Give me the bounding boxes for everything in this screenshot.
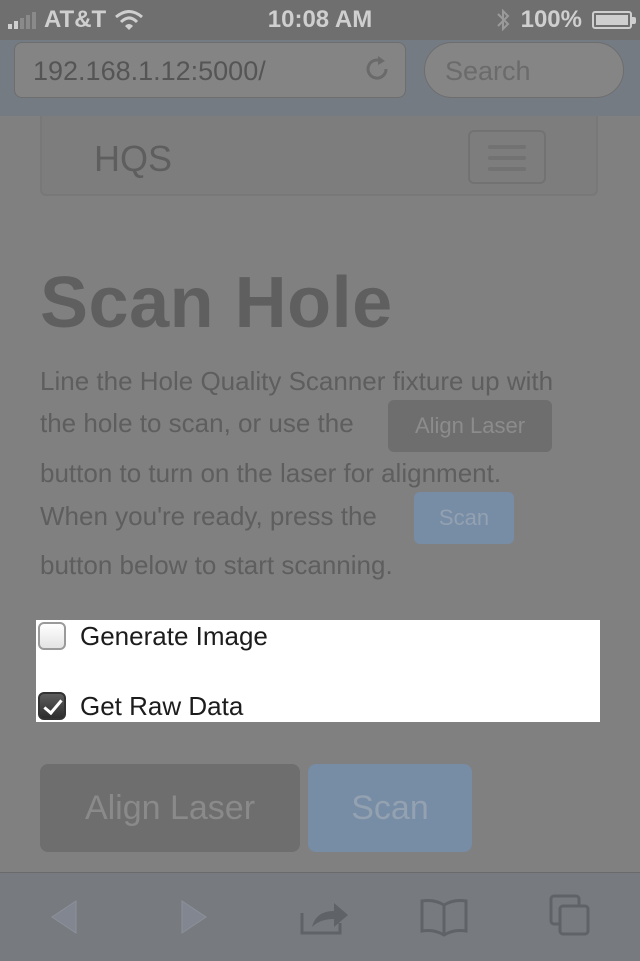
- generate-image-option[interactable]: Generate Image: [38, 620, 268, 652]
- generate-image-label[interactable]: Generate Image: [80, 621, 268, 652]
- menu-toggle-button[interactable]: [468, 130, 546, 184]
- url-text: 192.168.1.12:5000/: [33, 56, 266, 86]
- generate-image-checkbox[interactable]: [38, 622, 66, 650]
- scan-options: Generate Image Get Raw Data: [36, 620, 600, 722]
- hamburger-icon: [488, 145, 526, 149]
- instructions-line-2: the hole to scan, or use the: [40, 408, 354, 438]
- get-raw-data-option[interactable]: Get Raw Data: [38, 690, 243, 722]
- instructions-line-1: Line the Hole Quality Scanner fixture up…: [40, 366, 554, 396]
- instructions-line-4: When you're ready, press the: [40, 501, 377, 531]
- inline-scan-button[interactable]: Scan: [414, 492, 514, 544]
- align-laser-button[interactable]: Align Laser: [40, 764, 300, 852]
- battery-percent: 100%: [520, 6, 582, 33]
- instructions-line-5: button below to start scanning.: [40, 550, 393, 580]
- navbar: HQS: [40, 116, 598, 196]
- tabs-icon[interactable]: [548, 893, 592, 939]
- forward-icon[interactable]: [168, 897, 216, 937]
- back-icon[interactable]: [42, 897, 90, 937]
- reload-icon[interactable]: [361, 53, 393, 85]
- page-title: Scan Hole: [40, 263, 393, 343]
- bookmarks-icon[interactable]: [418, 897, 470, 937]
- get-raw-data-label[interactable]: Get Raw Data: [80, 691, 243, 722]
- search-placeholder: Search: [445, 56, 531, 86]
- get-raw-data-checkbox[interactable]: [38, 692, 66, 720]
- share-icon[interactable]: [298, 897, 352, 937]
- url-field[interactable]: 192.168.1.12:5000/: [14, 42, 406, 98]
- bluetooth-icon: [496, 8, 510, 32]
- navbar-brand[interactable]: HQS: [94, 138, 172, 180]
- scan-button[interactable]: Scan: [308, 764, 472, 852]
- battery-icon: [592, 11, 636, 29]
- status-bar: AT&T 10:08 AM 100%: [0, 0, 640, 40]
- inline-align-laser-button[interactable]: Align Laser: [388, 400, 552, 452]
- browser-address-bar: 192.168.1.12:5000/ Search: [0, 40, 640, 116]
- search-field[interactable]: Search: [424, 42, 624, 98]
- instructions-line-3: button to turn on the laser for alignmen…: [40, 458, 502, 488]
- browser-toolbar: [0, 872, 640, 961]
